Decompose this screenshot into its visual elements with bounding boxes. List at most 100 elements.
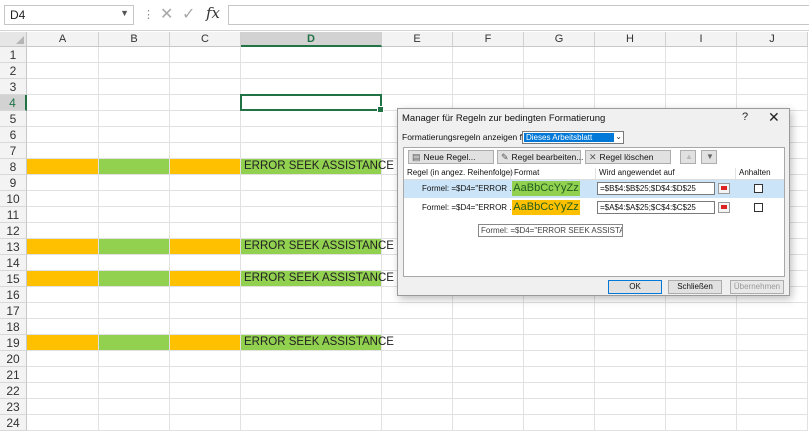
row-header-15[interactable]: 15 (0, 271, 27, 287)
cell-text-d19: ERROR SEEK ASSISTANCE (244, 336, 394, 348)
name-box[interactable]: D4 ▼ (4, 5, 134, 25)
rule-applies-to-input[interactable]: =$B$4:$B$25;$D$4:$D$25 (597, 182, 715, 195)
grid-line (27, 382, 808, 383)
help-icon[interactable]: ? (742, 111, 748, 123)
row-header-13[interactable]: 13 (0, 239, 27, 255)
move-down-button[interactable]: ▼ (701, 150, 717, 164)
move-up-button[interactable]: ▲ (680, 150, 696, 164)
cell-a13[interactable] (27, 239, 98, 254)
cell-a15[interactable] (27, 271, 98, 286)
rule-tooltip: Formel: =$D4="ERROR SEEK ASSISTANCE" (478, 224, 623, 237)
chevron-down-icon[interactable]: ▼ (120, 8, 129, 18)
column-header-rule: Regel (in angez. Reihenfolge) (407, 168, 513, 177)
select-all-corner[interactable] (0, 32, 27, 47)
grid-line (807, 47, 808, 431)
edit-rule-icon: ✎ (501, 152, 509, 162)
column-header-format: Format (510, 168, 539, 179)
chevron-down-icon[interactable]: ⌄ (615, 132, 622, 141)
delete-rule-button[interactable]: ✕ Regel löschen (585, 150, 671, 164)
row-header-3[interactable]: 3 (0, 79, 27, 95)
active-cell[interactable] (240, 94, 384, 113)
column-header-c[interactable]: C (170, 32, 241, 47)
cancel-icon[interactable]: ✕ (160, 4, 173, 24)
row-header-9[interactable]: 9 (0, 175, 27, 191)
row-header-5[interactable]: 5 (0, 111, 27, 127)
row-header-16[interactable]: 16 (0, 287, 27, 303)
row-header-24[interactable]: 24 (0, 415, 27, 431)
rule-applies-to-input[interactable]: =$A$4:$A$25;$C$4:$C$25 (597, 201, 715, 214)
rule-row[interactable]: Formel: =$D4="ERROR ... AaBbCcYyZz =$B$4… (404, 180, 784, 198)
column-header-d[interactable]: D (241, 32, 382, 47)
row-header-6[interactable]: 6 (0, 127, 27, 143)
cell-c8[interactable] (170, 159, 240, 174)
column-header-g[interactable]: G (524, 32, 595, 47)
row-header-23[interactable]: 23 (0, 399, 27, 415)
column-header-f[interactable]: F (453, 32, 524, 47)
stop-if-true-checkbox[interactable] (754, 184, 763, 193)
rules-table-header: Regel (in angez. Reihenfolge) Format Wir… (404, 167, 784, 180)
cell-c13[interactable] (170, 239, 240, 254)
row-header-7[interactable]: 7 (0, 143, 27, 159)
column-header-a[interactable]: A (27, 32, 99, 47)
grid-line (27, 350, 808, 351)
row-header-2[interactable]: 2 (0, 63, 27, 79)
formula-input[interactable] (228, 5, 809, 25)
stop-if-true-checkbox[interactable] (754, 203, 763, 212)
grid-line (27, 366, 808, 367)
row-header-4[interactable]: 4 (0, 95, 27, 111)
show-for-select[interactable]: Dieses Arbeitsblatt ⌄ (522, 131, 624, 144)
collapse-range-icon[interactable] (718, 183, 730, 194)
insert-function-icon[interactable]: fx (206, 4, 220, 22)
enter-icon[interactable]: ✓ (182, 4, 195, 24)
row-header-1[interactable]: 1 (0, 47, 27, 63)
show-for-label: Formatierungsregeln anzeigen für: (402, 132, 532, 142)
name-box-value: D4 (10, 8, 26, 22)
grid-line (27, 302, 808, 303)
column-header-e[interactable]: E (382, 32, 453, 47)
rule-name: Formel: =$D4="ERROR ... (422, 203, 516, 212)
apply-button[interactable]: Übernehmen (730, 280, 784, 294)
row-header-21[interactable]: 21 (0, 367, 27, 383)
row-header-17[interactable]: 17 (0, 303, 27, 319)
cell-b8[interactable] (99, 159, 169, 174)
row-header-18[interactable]: 18 (0, 319, 27, 335)
cell-b15[interactable] (99, 271, 169, 286)
cell-a19[interactable] (27, 335, 98, 350)
row-header-12[interactable]: 12 (0, 223, 27, 239)
column-header-i[interactable]: I (666, 32, 737, 47)
grid-line (27, 94, 808, 95)
row-header-10[interactable]: 10 (0, 191, 27, 207)
grid-line (27, 398, 808, 399)
collapse-range-icon[interactable] (718, 202, 730, 213)
cell-c19[interactable] (170, 335, 240, 350)
rule-row[interactable]: Formel: =$D4="ERROR ... AaBbCcYyZz =$A$4… (404, 199, 784, 217)
cell-text-d13: ERROR SEEK ASSISTANCE (244, 240, 394, 252)
column-header-b[interactable]: B (99, 32, 170, 47)
new-rule-button[interactable]: ▤ Neue Regel... (408, 150, 494, 164)
cell-a8[interactable] (27, 159, 98, 174)
cell-b19[interactable] (99, 335, 169, 350)
cell-b13[interactable] (99, 239, 169, 254)
row-header-8[interactable]: 8 (0, 159, 27, 175)
cell-c15[interactable] (170, 271, 240, 286)
grid-line (27, 414, 808, 415)
row-header-11[interactable]: 11 (0, 207, 27, 223)
delete-icon: ✕ (589, 152, 597, 162)
close-icon[interactable]: ✕ (768, 109, 780, 126)
column-header-h[interactable]: H (595, 32, 666, 47)
new-rule-label: Neue Regel... (423, 152, 476, 162)
row-header-14[interactable]: 14 (0, 255, 27, 271)
cell-text-d15: ERROR SEEK ASSISTANCE (244, 272, 394, 284)
close-button[interactable]: Schließen (668, 280, 722, 294)
grid-line (27, 62, 808, 63)
more-icon: ⋮ (143, 9, 154, 21)
cell-text-d8: ERROR SEEK ASSISTANCE (244, 160, 394, 172)
delete-rule-label: Regel löschen (599, 152, 654, 162)
row-header-19[interactable]: 19 (0, 335, 27, 351)
ok-button[interactable]: OK (608, 280, 662, 294)
row-header-22[interactable]: 22 (0, 383, 27, 399)
column-header-j[interactable]: J (737, 32, 808, 47)
row-header-20[interactable]: 20 (0, 351, 27, 367)
edit-rule-button[interactable]: ✎ Regel bearbeiten... (497, 150, 583, 164)
dialog-title: Manager für Regeln zur bedingten Formati… (402, 113, 606, 124)
